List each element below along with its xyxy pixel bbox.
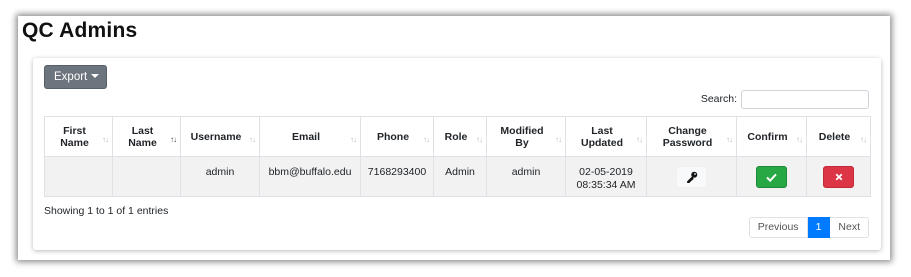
search-input[interactable] <box>741 89 869 109</box>
cell-last-name <box>112 156 181 197</box>
cell-role: Admin <box>433 156 487 197</box>
search-box: Search: <box>701 89 869 109</box>
close-icon <box>835 173 842 181</box>
sort-icon: ↑↓ <box>555 135 562 144</box>
check-icon <box>766 173 777 183</box>
caret-down-icon <box>91 74 100 78</box>
sort-icon: ↑↓ <box>476 135 483 144</box>
sort-icon: ↑↓ <box>860 135 867 144</box>
page-1-button[interactable]: 1 <box>807 217 831 238</box>
cell-username: admin <box>180 156 260 197</box>
sort-icon: ↑↓ <box>726 135 733 144</box>
cell-confirm <box>736 156 807 197</box>
cell-modified-by: admin <box>486 156 566 197</box>
next-page-button[interactable]: Next <box>830 217 869 238</box>
table-row: admin bbm@buffalo.edu 7168293400 Admin a… <box>44 156 871 197</box>
delete-button[interactable] <box>823 166 854 188</box>
sort-icon: ↑↓ <box>102 135 109 144</box>
page-title: QC Admins <box>22 19 138 42</box>
col-header-email[interactable]: Email ↑↓ <box>259 116 361 157</box>
cell-change-password <box>646 156 737 197</box>
sort-icon: ↑↓ <box>796 135 803 144</box>
sort-icon: ↑↓ <box>350 135 357 144</box>
export-button[interactable]: Export <box>44 65 107 89</box>
col-header-confirm[interactable]: Confirm ↑↓ <box>736 116 807 157</box>
admins-table: First Name ↑↓ Last Name ↑↓ Username ↑↓ Email ↑… <box>44 116 871 197</box>
col-header-modified-by[interactable]: Modified By ↑↓ <box>486 116 566 157</box>
col-header-change-password[interactable]: Change Password ↑↓ <box>646 116 737 157</box>
key-icon <box>686 171 697 183</box>
previous-page-button[interactable]: Previous <box>748 217 808 238</box>
sort-icon: ↑↓ <box>423 135 430 144</box>
col-header-role[interactable]: Role ↑↓ <box>433 116 487 157</box>
change-password-button[interactable] <box>676 166 707 188</box>
search-label: Search: <box>700 93 737 105</box>
cell-email: bbm@buffalo.edu <box>259 156 361 197</box>
sort-icon: ↑↓ <box>636 135 643 144</box>
col-header-first-name[interactable]: First Name ↑↓ <box>44 116 113 157</box>
col-header-delete[interactable]: Delete ↑↓ <box>806 116 871 157</box>
confirm-button[interactable] <box>756 166 787 188</box>
col-header-last-updated[interactable]: Last Updated ↑↓ <box>565 116 647 157</box>
col-header-username[interactable]: Username ↑↓ <box>180 116 260 157</box>
table-info: Showing 1 to 1 of 1 entries <box>44 205 169 217</box>
cell-first-name <box>44 156 113 197</box>
col-header-last-name[interactable]: Last Name ↑↓ <box>112 116 181 157</box>
sort-asc-icon: ↑↓ <box>170 135 177 144</box>
cell-phone: 7168293400 <box>360 156 434 197</box>
admins-card: Export Search: First Name ↑↓ Last Name ↑↓ Us… <box>33 58 881 250</box>
cell-last-updated: 02-05-2019 08:35:34 AM <box>565 156 647 197</box>
cell-delete <box>806 156 871 197</box>
header-row: First Name ↑↓ Last Name ↑↓ Username ↑↓ Email ↑… <box>44 116 871 157</box>
pagination: Previous 1 Next <box>748 217 869 238</box>
export-label: Export <box>54 71 88 83</box>
sort-icon: ↑↓ <box>249 135 256 144</box>
col-header-phone[interactable]: Phone ↑↓ <box>360 116 434 157</box>
